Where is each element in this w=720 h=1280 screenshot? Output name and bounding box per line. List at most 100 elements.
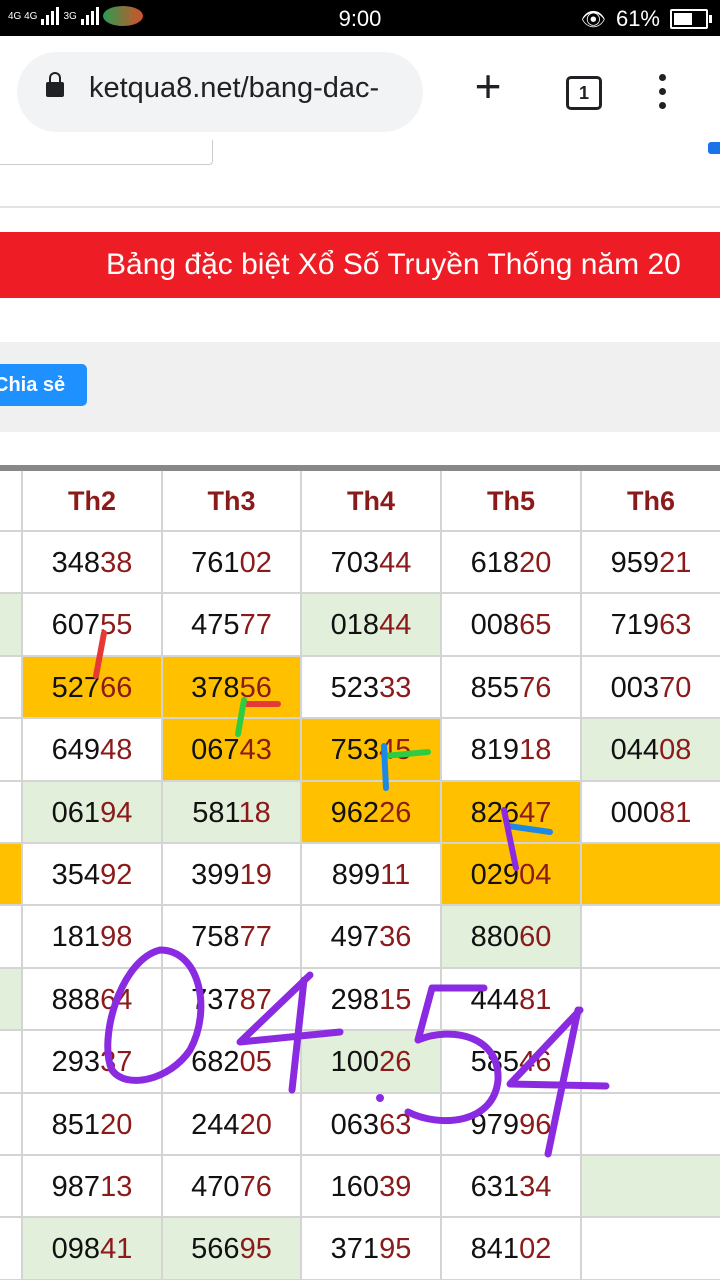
cell-digits-high: 581 <box>192 796 239 829</box>
cell-digits-high: 523 <box>330 671 380 704</box>
cell-digits-low: 64 <box>100 983 133 1016</box>
table-cell: 85120 <box>23 1093 163 1156</box>
table-cell: 97996 <box>442 1093 582 1156</box>
status-right: 👁 61% <box>581 6 712 32</box>
partial-button[interactable] <box>708 142 720 154</box>
partial-input-field[interactable] <box>0 140 213 165</box>
cell-digits-high: 293 <box>51 1046 101 1079</box>
cell-digits-low: 92 <box>100 859 133 891</box>
cell-digits-high: 181 <box>51 921 101 954</box>
cell-digits-high: 003 <box>610 671 660 704</box>
cell-digits-high: 758 <box>191 921 240 954</box>
cell-digits-low: 77 <box>239 921 272 954</box>
cell-digits-low: 46 <box>519 1046 552 1079</box>
table-cell: 24420 <box>163 1093 302 1156</box>
table-cell: 52766 <box>23 656 163 720</box>
cell-digits-high: 018 <box>330 609 380 642</box>
cell-digits-low: 60 <box>519 921 552 954</box>
cell-digits-low: 02 <box>239 547 272 579</box>
cell-digits-low: 21 <box>659 547 692 579</box>
table-cell-partial <box>0 656 23 720</box>
page-title-banner: Bảng đặc biệt Xổ Số Truyền Thống năm 20 <box>0 232 720 298</box>
cell-digits-high: 475 <box>191 609 240 642</box>
cell-digits-low: 44 <box>379 547 412 579</box>
cell-digits-high: 979 <box>470 1108 520 1141</box>
share-toolbar: Chia sẻ <box>0 342 720 432</box>
table-cell: 35492 <box>23 844 163 907</box>
cell-digits-high: 067 <box>191 734 240 767</box>
cell-digits-high: 399 <box>191 859 240 891</box>
cell-digits-high: 761 <box>191 547 240 579</box>
address-bar[interactable]: ketqua8.net/bang-dac- <box>17 52 423 132</box>
new-tab-button[interactable]: + <box>465 63 511 112</box>
table-cell: 61820 <box>442 532 582 595</box>
table-cell: 88864 <box>23 968 163 1032</box>
cell-digits-high: 899 <box>331 859 381 891</box>
share-button[interactable]: Chia sẻ <box>0 364 87 406</box>
cell-digits-low: 34 <box>519 1171 552 1203</box>
cell-digits-low: 20 <box>100 1108 133 1141</box>
table-cell: 16039 <box>302 1156 442 1219</box>
menu-icon[interactable] <box>650 74 674 110</box>
column-header: Th5 <box>442 471 582 532</box>
cell-digits-high: 962 <box>330 796 380 829</box>
table-cell: 84102 <box>442 1218 582 1280</box>
cell-digits-low: 18 <box>238 796 271 829</box>
cell-digits-low: 04 <box>519 859 552 891</box>
cell-digits-low: 08 <box>659 734 692 767</box>
table-cell: 75345 <box>302 719 442 782</box>
tab-switcher-button[interactable]: 1 <box>566 76 602 110</box>
table-cell: 85576 <box>442 656 582 720</box>
cell-digits-low: 13 <box>100 1171 133 1203</box>
divider <box>0 206 720 208</box>
table-cell-partial <box>0 968 23 1032</box>
table-cell: 49736 <box>302 906 442 969</box>
cell-digits-low: 95 <box>379 1233 412 1266</box>
page-title: Bảng đặc biệt Xổ Số Truyền Thống năm 20 <box>106 248 681 281</box>
cell-digits-high: 631 <box>470 1171 520 1203</box>
lock-icon <box>46 72 64 97</box>
table-cell <box>582 1218 720 1280</box>
results-table: Th2 Th3 Th4 Th5 Th6 34838 76102 70344 61820 95921… <box>0 471 720 1280</box>
cell-digits-high: 649 <box>51 734 101 767</box>
cell-digits-high: 378 <box>191 671 240 704</box>
cell-digits-high: 029 <box>470 859 520 891</box>
table-cell: 58118 <box>163 781 302 844</box>
cell-digits-low: 96 <box>519 1108 552 1141</box>
table-cell <box>582 1156 720 1219</box>
table-cell: 76102 <box>163 532 302 595</box>
cell-digits-high: 000 <box>610 796 660 829</box>
cell-digits-low: 55 <box>100 609 133 642</box>
table-cell: 89911 <box>302 844 442 907</box>
cell-digits-low: 18 <box>519 734 552 767</box>
table-cell-partial <box>0 781 23 844</box>
browser-toolbar: ketqua8.net/bang-dac- + 1 <box>0 36 720 150</box>
battery-percent: 61% <box>615 6 660 31</box>
url-text[interactable]: ketqua8.net/bang-dac- <box>89 72 419 105</box>
table-cell <box>582 969 720 1032</box>
table-cell: 58546 <box>442 1031 582 1094</box>
cell-digits-high: 098 <box>51 1233 101 1266</box>
cell-digits-low: 05 <box>239 1046 272 1079</box>
cell-digits-low: 11 <box>380 859 411 891</box>
cell-digits-high: 841 <box>470 1233 520 1266</box>
table-cell <box>582 1094 720 1156</box>
cell-digits-high: 044 <box>610 734 660 767</box>
cell-digits-low: 39 <box>379 1171 412 1203</box>
table-cell: 37856 <box>163 656 302 720</box>
table-cell: 09841 <box>23 1218 163 1280</box>
cell-digits-high: 855 <box>470 671 520 704</box>
cell-digits-low: 44 <box>379 609 412 642</box>
cell-digits-high: 682 <box>191 1046 240 1079</box>
cell-digits-low: 76 <box>519 671 552 704</box>
status-bar: 4G 4G 3G 9:00 👁 61% <box>0 0 720 36</box>
cell-digits-low: 70 <box>659 671 692 704</box>
cell-digits-high: 371 <box>330 1233 380 1266</box>
cell-digits-low: 81 <box>659 796 692 829</box>
table-cell-partial <box>0 1156 23 1219</box>
table-cell: 88060 <box>442 906 582 969</box>
cell-digits-high: 826 <box>470 796 520 829</box>
cell-digits-high: 497 <box>330 921 380 954</box>
cell-digits-high: 987 <box>51 1171 101 1203</box>
cell-digits-low: 56 <box>239 671 272 704</box>
